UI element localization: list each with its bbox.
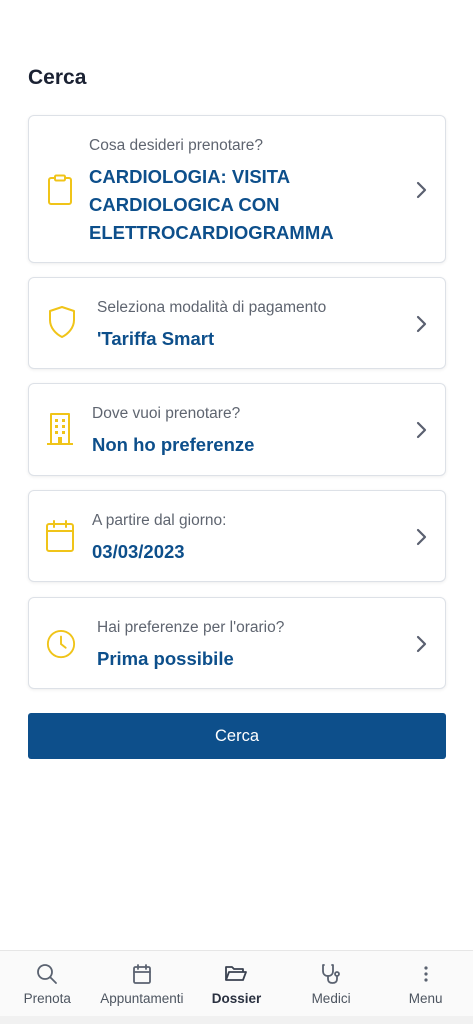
time-preference-card[interactable]: Hai preferenze per l'orario? Prima possi… bbox=[28, 597, 446, 689]
service-label: Cosa desideri prenotare? bbox=[89, 137, 264, 154]
shield-icon bbox=[47, 304, 77, 340]
system-gesture-bar bbox=[0, 1016, 473, 1024]
service-value-line: CARDIOLOGICA CON bbox=[89, 194, 280, 215]
chevron-right-icon bbox=[416, 315, 427, 333]
nav-item-dossier[interactable]: Dossier bbox=[189, 951, 284, 1016]
payment-method-card[interactable]: Seleziona modalità di pagamento 'Tariffa… bbox=[28, 277, 446, 369]
nav-item-appuntamenti[interactable]: Appuntamenti bbox=[95, 951, 190, 1016]
time-value: Prima possibile bbox=[97, 648, 234, 669]
search-button[interactable]: Cerca bbox=[28, 713, 446, 759]
location-card[interactable]: Dove vuoi prenotare? Non ho preferenze bbox=[28, 383, 446, 476]
nav-item-medici[interactable]: Medici bbox=[284, 951, 379, 1016]
service-selector-card[interactable]: Cosa desideri prenotare? CARDIOLOGIA: VI… bbox=[28, 115, 446, 263]
clock-icon bbox=[46, 626, 76, 662]
nav-label: Medici bbox=[311, 991, 351, 1006]
nav-item-prenota[interactable]: Prenota bbox=[0, 951, 95, 1016]
folder-open-icon bbox=[225, 966, 248, 981]
chevron-right-icon bbox=[416, 528, 427, 546]
date-value: 03/03/2023 bbox=[92, 541, 185, 562]
chevron-right-icon bbox=[416, 635, 427, 653]
start-date-card[interactable]: A partire dal giorno: 03/03/2023 bbox=[28, 490, 446, 582]
time-label: Hai preferenze per l'orario? bbox=[97, 619, 285, 636]
nav-item-menu[interactable]: Menu bbox=[378, 951, 473, 1016]
nav-label: Menu bbox=[408, 991, 443, 1006]
nav-label: Appuntamenti bbox=[100, 991, 184, 1006]
stethoscope-icon bbox=[322, 964, 340, 984]
nav-label: Prenota bbox=[23, 991, 71, 1006]
location-label: Dove vuoi prenotare? bbox=[92, 405, 241, 422]
chevron-right-icon bbox=[416, 421, 427, 439]
service-value: CARDIOLOGIA: VISITA CARDIOLOGICA CON ELE… bbox=[89, 163, 334, 247]
clipboard-icon bbox=[45, 172, 75, 208]
payment-value: 'Tariffa Smart bbox=[97, 328, 215, 349]
location-value: Non ho preferenze bbox=[92, 434, 255, 455]
service-value-line: ELETTROCARDIOGRAMMA bbox=[89, 222, 334, 243]
payment-label: Seleziona modalità di pagamento bbox=[97, 299, 327, 316]
more-vertical-icon bbox=[424, 966, 428, 982]
service-value-line: CARDIOLOGIA: VISITA bbox=[89, 166, 291, 187]
date-label: A partire dal giorno: bbox=[92, 512, 227, 529]
search-icon bbox=[37, 964, 58, 984]
chevron-right-icon bbox=[416, 181, 427, 199]
search-screen: Cerca Cosa desideri prenotare? CARDIOLOG… bbox=[0, 0, 473, 1024]
bottom-navigation: Prenota Appuntamenti Dossier Medici Menu bbox=[0, 950, 473, 1016]
building-icon bbox=[45, 411, 75, 447]
nav-label: Dossier bbox=[211, 991, 262, 1006]
calendar-icon bbox=[45, 518, 75, 554]
page-title: Cerca bbox=[28, 66, 87, 89]
calendar-icon bbox=[132, 964, 151, 984]
